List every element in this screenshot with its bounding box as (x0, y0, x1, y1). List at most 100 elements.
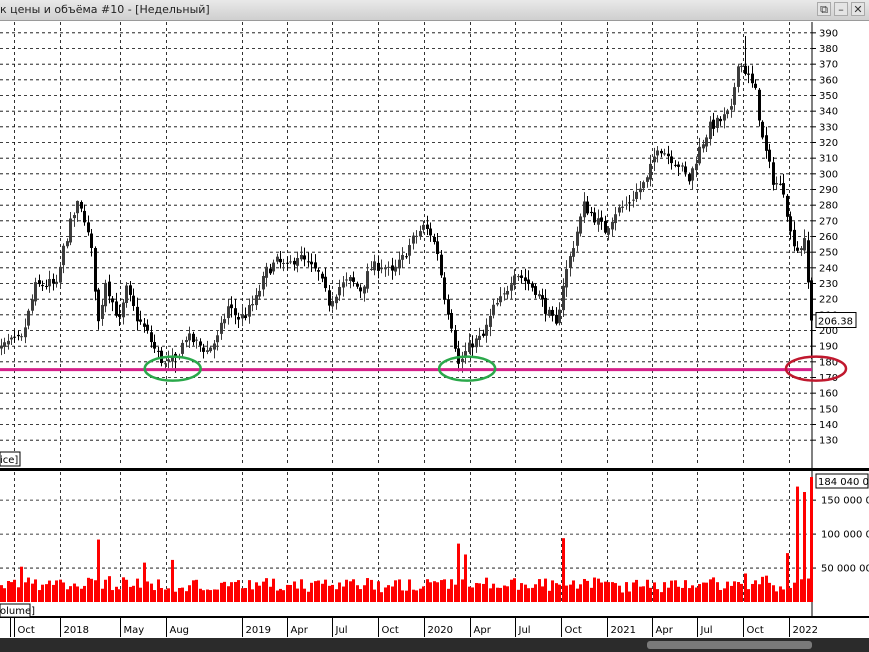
volume-bar (751, 583, 754, 602)
close-icon[interactable]: ✕ (851, 2, 865, 16)
volume-bar (27, 577, 30, 602)
volume-bar (363, 585, 366, 602)
date-tick-label: 2022 (793, 625, 818, 636)
date-tick-label: Oct (382, 625, 399, 636)
candle-body (716, 117, 719, 128)
volume-bar (80, 588, 83, 602)
candle-body (345, 279, 348, 281)
candle-body (230, 304, 233, 309)
volume-bar (618, 585, 621, 602)
volume-bar (97, 539, 100, 602)
candle-body (565, 269, 568, 288)
candle-body (282, 262, 285, 265)
candle-body (761, 121, 764, 138)
candle-body (52, 278, 55, 284)
candle-body (656, 150, 659, 156)
volume-bar (695, 587, 698, 602)
candle-body (73, 215, 76, 219)
candle-body (628, 202, 631, 204)
volume-bar (733, 581, 736, 602)
candle-body (0, 345, 3, 349)
candle-body (220, 322, 223, 334)
date-tick-label: Apr (474, 625, 492, 636)
volume-bar (160, 588, 163, 602)
volume-bar (335, 589, 338, 602)
volume-bar (349, 581, 352, 602)
candle-body (97, 289, 100, 322)
volume-bar (534, 584, 537, 602)
volume-bar (674, 580, 677, 602)
volume-bar (366, 578, 369, 602)
scrollbar-thumb[interactable] (647, 641, 812, 649)
volume-bar (181, 587, 184, 602)
candle-body (331, 301, 334, 307)
window-titlebar: к цены и объёма #10 - [Недельный] ⧉ – ✕ (0, 0, 869, 21)
volume-bar (454, 584, 457, 602)
volume-bar (482, 583, 485, 602)
date-tick-label: Oct (18, 625, 35, 636)
candle-body (538, 294, 541, 297)
candle-body (108, 281, 111, 297)
price-tick-label: 150 (819, 404, 838, 415)
volume-bar (503, 585, 506, 602)
volume-bar (485, 577, 488, 602)
volume-bar (782, 589, 785, 602)
candle-body (461, 358, 464, 363)
volume-bar (747, 589, 750, 602)
volume-bar (248, 580, 251, 602)
candle-body (17, 334, 20, 337)
volume-bar (646, 579, 649, 602)
candle-body (803, 238, 806, 251)
candle-body (408, 245, 411, 256)
volume-bar (303, 588, 306, 602)
volume-bar (468, 586, 471, 602)
volume-bar (517, 589, 520, 602)
volume-bar (62, 582, 65, 602)
volume-bar (583, 578, 586, 602)
candle-body (234, 308, 237, 315)
candle-body (649, 163, 652, 180)
volume-bar (7, 580, 10, 602)
candle-body (475, 338, 478, 348)
volume-bar (255, 582, 258, 602)
candle-body (167, 359, 170, 362)
date-tick-label: Jul (518, 625, 531, 636)
candle-body (510, 284, 513, 291)
volume-bar (716, 582, 719, 602)
date-tick-label: Oct (565, 625, 582, 636)
volume-bar (209, 590, 212, 602)
restore-icon[interactable]: ⧉ (817, 2, 831, 16)
candle-body (31, 299, 34, 311)
candle-body (272, 262, 275, 272)
volume-bar (415, 590, 418, 602)
candle-body (59, 266, 62, 283)
candle-body (583, 201, 586, 218)
volume-bar (520, 583, 523, 602)
volume-bar (800, 579, 803, 602)
volume-bar (681, 587, 684, 602)
volume-bar (171, 559, 174, 602)
candle-body (373, 261, 376, 271)
last-price-label: 206.38 (818, 317, 853, 328)
candle-body (555, 314, 558, 324)
candle-body (377, 262, 380, 271)
volume-bar (317, 580, 320, 602)
volume-bar (471, 587, 474, 602)
candle-body (702, 144, 705, 149)
candle-body (296, 258, 299, 266)
volume-bar (3, 588, 6, 602)
candle-body (482, 333, 485, 336)
price-volume-chart[interactable]: 1301401501601701801902002102202302402502… (0, 20, 869, 652)
date-tick-label: 2018 (64, 625, 89, 636)
minimize-icon[interactable]: – (834, 2, 848, 16)
volume-bar (677, 586, 680, 602)
volume-bar (712, 577, 715, 602)
candle-body (279, 258, 282, 263)
volume-bar (544, 578, 547, 602)
volume-bar (48, 580, 51, 602)
candle-body (492, 304, 495, 316)
volume-bar (150, 583, 153, 602)
candle-body (443, 277, 446, 300)
candle-body (310, 261, 313, 265)
volume-bar (789, 587, 792, 602)
